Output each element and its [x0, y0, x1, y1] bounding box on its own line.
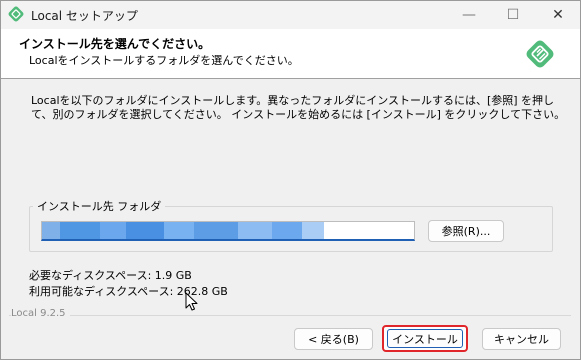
page-subtitle: Localをインストールするフォルダを選んでください。	[29, 54, 299, 67]
setup-window: Local セットアップ — ☐ ✕ インストール先を選んでください。 Loca…	[0, 0, 581, 360]
install-button-focus: インストール	[387, 329, 463, 348]
cancel-button[interactable]: キャンセル	[482, 328, 561, 350]
page-title: インストール先を選んでください。	[19, 37, 211, 51]
local-app-icon	[8, 6, 24, 22]
mouse-cursor-icon	[185, 292, 198, 311]
version-label: Local 9.2.5	[11, 308, 70, 319]
local-logo-icon	[526, 40, 554, 68]
install-button[interactable]: インストール	[382, 325, 468, 352]
cancel-label: キャンセル	[494, 333, 549, 346]
wizard-header: インストール先を選んでください。 Localをインストールするフォルダを選んでく…	[1, 29, 580, 79]
window-title: Local セットアップ	[31, 9, 138, 23]
install-description: Localを以下のフォルダにインストールします。異なったフォルダにインストールす…	[31, 94, 566, 121]
browse-label: 参照(R)...	[441, 225, 491, 238]
required-space-text: 必要なディスクスペース: 1.9 GB	[29, 269, 192, 282]
maximize-icon: ☐	[506, 7, 520, 23]
footer-separator	[9, 315, 571, 316]
install-path-input[interactable]	[41, 221, 415, 241]
install-folder-label: インストール先 フォルダ	[33, 198, 166, 214]
minimize-icon: —	[462, 7, 476, 23]
close-icon: ✕	[552, 7, 564, 23]
back-button[interactable]: < 戻る(B)	[294, 328, 373, 350]
install-label: インストール	[392, 332, 458, 346]
minimize-button[interactable]: —	[447, 1, 491, 29]
maximize-button[interactable]: ☐	[491, 1, 535, 29]
blurred-path-text	[42, 222, 324, 239]
title-bar[interactable]: Local セットアップ — ☐ ✕	[1, 1, 580, 29]
close-button[interactable]: ✕	[536, 1, 580, 29]
browse-button[interactable]: 参照(R)...	[428, 220, 504, 242]
back-label: < 戻る(B)	[308, 333, 359, 346]
